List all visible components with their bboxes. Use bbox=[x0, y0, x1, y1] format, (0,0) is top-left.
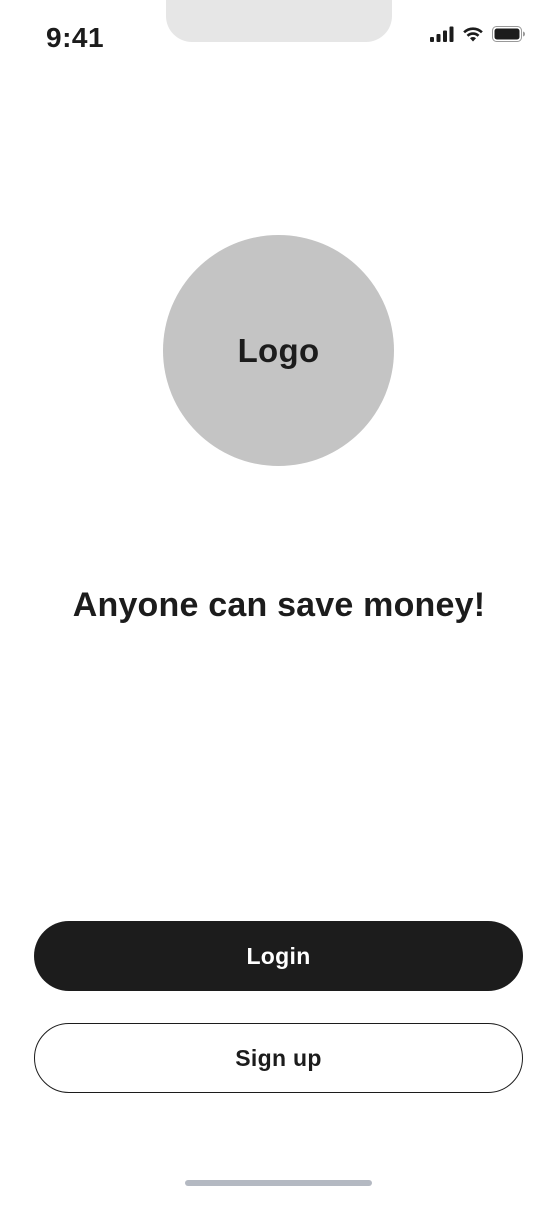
home-indicator[interactable] bbox=[185, 1180, 372, 1186]
login-button[interactable]: Login bbox=[34, 921, 523, 991]
battery-icon bbox=[492, 26, 526, 42]
status-time: 9:41 bbox=[46, 22, 105, 53]
cellular-signal-icon bbox=[430, 26, 454, 42]
logo-placeholder: Logo bbox=[163, 235, 394, 466]
status-icons bbox=[430, 24, 526, 44]
tagline: Anyone can save money! bbox=[72, 586, 486, 624]
wifi-icon bbox=[462, 26, 484, 42]
signup-button[interactable]: Sign up bbox=[34, 1023, 523, 1093]
device-notch bbox=[166, 0, 392, 42]
logo-label: Logo bbox=[237, 331, 320, 369]
